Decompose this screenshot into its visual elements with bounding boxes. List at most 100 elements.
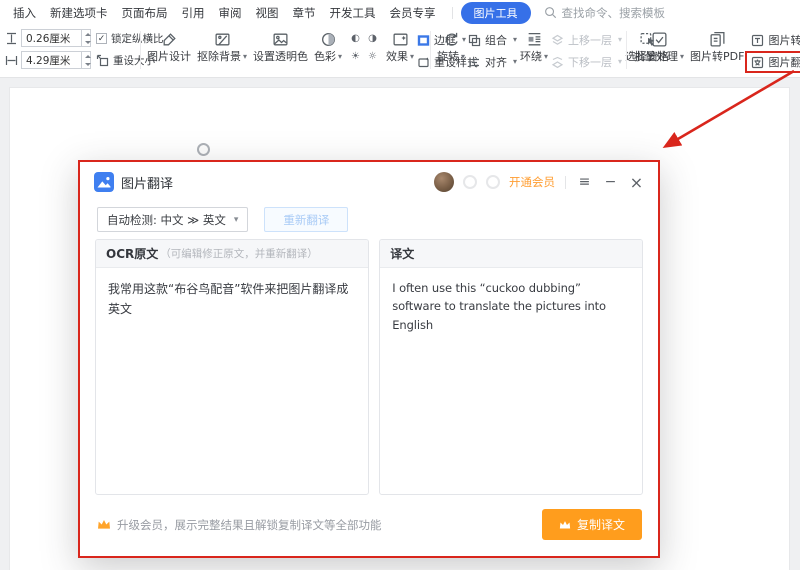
menubar: 插入 新建选项卡 页面布局 引用 审阅 视图 章节 开发工具 会员专享 图片工具…	[0, 0, 800, 25]
translation-panel-header: 译文	[380, 240, 642, 268]
color-icon	[320, 31, 337, 48]
language-selector[interactable]: 自动检测: 中文 ≫ 英文 ▾	[97, 207, 248, 232]
menu-references[interactable]: 引用	[182, 5, 205, 21]
rotate-icon	[443, 31, 460, 48]
wrap-text-button[interactable]: 环绕▾	[517, 27, 551, 64]
search-placeholder: 查找命令、搜索模板	[562, 5, 666, 21]
group-button[interactable]: 组合 ▾	[468, 32, 517, 48]
color-label: 色彩	[314, 50, 336, 64]
remove-background-label: 抠除背景	[197, 50, 241, 64]
minimize-icon[interactable]: −	[602, 174, 619, 191]
set-transparent-label: 设置透明色	[253, 50, 308, 64]
wrap-text-label: 环绕	[520, 50, 542, 64]
remove-background-icon	[214, 31, 231, 48]
brightness-contrast-group: ◐ ◑ ☀ ☼	[349, 27, 379, 62]
increase-brightness-icon[interactable]: ☀	[349, 51, 362, 62]
ribbon: ✓ 锁定纵横比 重设大小 图片设计 抠除背景▾ 设置透明色	[0, 25, 800, 78]
group-align-stack: 组合 ▾ 对齐 ▾	[468, 27, 517, 70]
width-stepper[interactable]	[81, 52, 90, 68]
group-label: 组合	[485, 32, 507, 48]
height-input[interactable]	[22, 30, 81, 46]
dialog-menu-icon[interactable]: ≡	[576, 174, 593, 191]
chevron-down-icon: ▾	[618, 36, 622, 44]
upgrade-note[interactable]: 升级会员，展示完整结果且解锁复制译文等全部功能	[97, 517, 382, 533]
copy-translation-button[interactable]: 复制译文	[542, 509, 642, 540]
chevron-down-icon: ▾	[513, 36, 517, 44]
batch-process-button[interactable]: 批量处理▾	[631, 27, 687, 64]
effects-button[interactable]: 效果▾	[383, 27, 417, 64]
reset-style-icon	[417, 56, 430, 69]
header-divider	[565, 176, 566, 189]
user-avatar[interactable]	[434, 172, 454, 192]
close-icon[interactable]: ×	[628, 174, 645, 191]
color-button[interactable]: 色彩▾	[311, 27, 345, 64]
set-transparent-icon	[272, 31, 289, 48]
member-badge-icon	[486, 175, 500, 189]
menu-member[interactable]: 会员专享	[390, 5, 436, 21]
language-row: 自动检测: 中文 ≫ 英文 ▾ 重新翻译	[97, 207, 348, 232]
send-backward-button: 下移一层 ▾	[551, 54, 622, 70]
wrap-text-icon	[526, 31, 543, 48]
remove-background-button[interactable]: 抠除背景▾	[194, 27, 250, 64]
picture-design-button[interactable]: 图片设计	[144, 27, 194, 64]
translation-result-text: I often use this “cuckoo dubbing” softwa…	[380, 268, 642, 345]
image-translate-label: 图片翻译	[768, 54, 800, 70]
ocr-panel-title: OCR原文	[106, 245, 158, 262]
menu-new-tab[interactable]: 新建选项卡	[50, 5, 108, 21]
chevron-down-icon: ▾	[461, 53, 465, 61]
set-transparent-button[interactable]: 设置透明色	[250, 27, 311, 64]
bring-forward-button: 上移一层 ▾	[551, 32, 622, 48]
translation-panels: OCR原文 （可编辑修正原文，并重新翻译） 我常用这款“布谷鸟配音”软件来把图片…	[95, 239, 643, 495]
image-to-text-label: 图片转文字	[768, 32, 800, 48]
height-stepper[interactable]	[81, 30, 90, 46]
rotate-button[interactable]: 旋转▾	[434, 27, 468, 64]
effects-label: 效果	[386, 50, 408, 64]
size-group	[5, 29, 91, 73]
menu-page-layout[interactable]: 页面布局	[122, 5, 168, 21]
batch-process-label: 批量处理	[634, 50, 678, 64]
convert-stack: 图片转文字 图片翻译	[751, 27, 800, 70]
upgrade-note-text: 升级会员，展示完整结果且解锁复制译文等全部功能	[117, 517, 382, 533]
image-to-pdf-button[interactable]: 图片转PDF	[687, 27, 747, 64]
chevron-down-icon: ▾	[680, 53, 684, 61]
dialog-header: 图片翻译 开通会员 ≡ − ×	[94, 171, 645, 193]
align-button[interactable]: 对齐 ▾	[468, 54, 517, 70]
chevron-down-icon: ▾	[243, 53, 247, 61]
retranslate-button[interactable]: 重新翻译	[264, 207, 348, 232]
decrease-brightness-icon[interactable]: ☼	[366, 51, 379, 62]
group-icon	[468, 34, 481, 47]
ribbon-divider	[626, 31, 627, 69]
command-search[interactable]: 查找命令、搜索模板	[544, 5, 666, 21]
checkbox-checked-icon: ✓	[96, 33, 107, 44]
search-icon	[544, 6, 557, 19]
decrease-contrast-icon[interactable]: ◑	[366, 33, 379, 44]
ocr-source-text[interactable]: 我常用这款“布谷鸟配音”软件来把图片翻译成英文	[96, 268, 368, 331]
image-rotate-handle[interactable]	[197, 143, 210, 156]
image-to-pdf-label: 图片转PDF	[690, 50, 744, 64]
tab-picture-tools-active[interactable]: 图片工具	[461, 2, 531, 24]
menu-view[interactable]: 视图	[256, 5, 279, 21]
chevron-down-icon: ▾	[618, 58, 622, 66]
image-to-text-icon	[751, 34, 764, 47]
image-to-text-button[interactable]: 图片转文字	[751, 32, 800, 48]
menu-review[interactable]: 审阅	[219, 5, 242, 21]
menu-section[interactable]: 章节	[293, 5, 316, 21]
chevron-down-icon: ▾	[234, 215, 239, 225]
height-icon	[5, 32, 18, 45]
bring-forward-icon	[551, 34, 564, 47]
width-input[interactable]	[22, 52, 81, 68]
menu-insert[interactable]: 插入	[13, 5, 36, 21]
copy-translation-label: 复制译文	[577, 516, 625, 533]
increase-contrast-icon[interactable]: ◐	[349, 33, 362, 44]
image-translate-button[interactable]: 图片翻译	[745, 51, 800, 73]
translation-panel-title: 译文	[390, 245, 414, 262]
menu-dev-tools[interactable]: 开发工具	[330, 5, 376, 21]
image-translate-icon	[751, 56, 764, 69]
bring-forward-label: 上移一层	[568, 32, 612, 48]
member-badge-icon	[463, 175, 477, 189]
send-backward-icon	[551, 56, 564, 69]
dialog-app-icon	[94, 172, 114, 192]
send-backward-label: 下移一层	[568, 54, 612, 70]
upgrade-member-link[interactable]: 开通会员	[509, 174, 555, 190]
rotate-label: 旋转	[437, 50, 459, 64]
